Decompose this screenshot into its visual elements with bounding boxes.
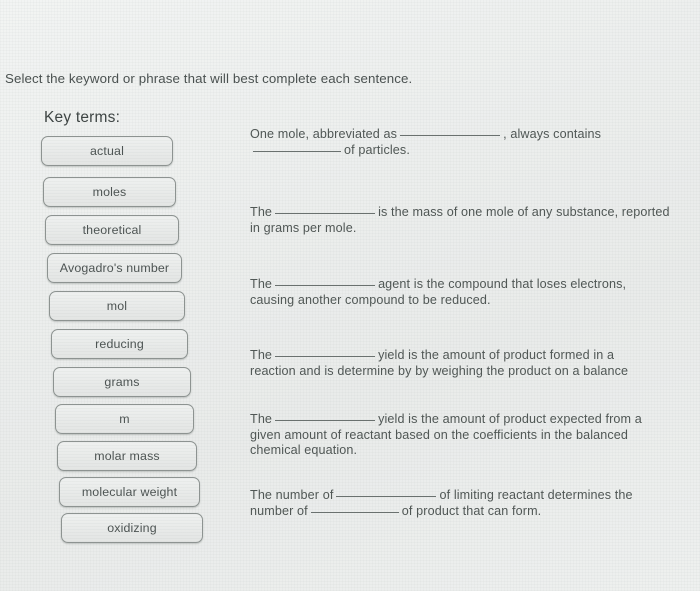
sentence-item: The yield is the amount of product formed… xyxy=(250,348,660,379)
answer-blank[interactable] xyxy=(336,496,437,497)
worksheet-content: Select the keyword or phrase that will b… xyxy=(0,0,700,591)
sentence-item: The number of of limiting reactant determ… xyxy=(250,488,675,519)
key-term-label: molar mass xyxy=(94,449,160,463)
answer-blank[interactable] xyxy=(275,356,376,357)
sentence-text: yield is the amount of product expected … xyxy=(250,412,642,458)
key-term-label: oxidizing xyxy=(107,521,157,535)
sentence-text: yield is the amount of product formed in… xyxy=(250,348,629,378)
sentence-item: One mole, abbreviated as , always contain… xyxy=(250,127,670,158)
key-term-button[interactable]: molar mass xyxy=(57,441,197,471)
sentence-text: , always contains xyxy=(503,127,602,141)
answer-blank[interactable] xyxy=(253,150,341,152)
key-term-label: theoretical xyxy=(82,223,142,237)
answer-blank[interactable] xyxy=(275,213,376,214)
key-term-label: mol xyxy=(106,299,128,313)
sentence-text: The xyxy=(250,348,273,362)
key-terms-heading: Key terms: xyxy=(44,109,121,126)
answer-blank[interactable] xyxy=(310,511,399,513)
key-term-label: molecular weight xyxy=(81,485,178,499)
key-term-button[interactable]: mol xyxy=(49,291,185,321)
key-term-button[interactable]: actual xyxy=(41,136,173,166)
sentence-text: of product that can form. xyxy=(401,503,542,518)
sentence-text: agent is the compound that loses electro… xyxy=(250,277,627,307)
key-term-button[interactable]: molecular weight xyxy=(59,477,200,507)
sentence-text: The number of xyxy=(250,488,334,502)
key-term-label: Avogadro's number xyxy=(59,261,170,275)
sentence-text: The xyxy=(250,277,273,291)
sentence-item: The is the mass of one mole of any substa… xyxy=(250,205,680,236)
sentence-text: The xyxy=(250,412,273,426)
key-term-label: reducing xyxy=(95,337,144,351)
key-term-button[interactable]: moles xyxy=(43,177,176,207)
key-term-label: grams xyxy=(104,375,140,389)
answer-blank[interactable] xyxy=(275,285,376,286)
key-term-label: actual xyxy=(90,144,124,158)
sentence-text: One mole, abbreviated as xyxy=(250,127,398,141)
answer-blank[interactable] xyxy=(400,135,501,136)
key-term-label: moles xyxy=(92,185,127,199)
key-term-label: m xyxy=(119,412,130,426)
key-term-button[interactable]: theoretical xyxy=(45,215,179,245)
answer-blank[interactable] xyxy=(275,420,376,421)
sentence-item: The agent is the compound that loses elec… xyxy=(250,277,670,308)
instruction-text: Select the keyword or phrase that will b… xyxy=(5,71,413,86)
sentence-text: of particles. xyxy=(344,142,410,157)
sentence-text: is the mass of one mole of any substance… xyxy=(250,205,670,235)
sentence-item: The yield is the amount of product expect… xyxy=(250,412,670,459)
key-term-button[interactable]: oxidizing xyxy=(61,513,203,543)
key-term-button[interactable]: grams xyxy=(53,367,191,397)
key-term-button[interactable]: Avogadro's number xyxy=(47,253,182,283)
key-term-button[interactable]: m xyxy=(55,404,194,434)
sentence-text: The xyxy=(250,205,273,219)
key-term-button[interactable]: reducing xyxy=(51,329,188,359)
